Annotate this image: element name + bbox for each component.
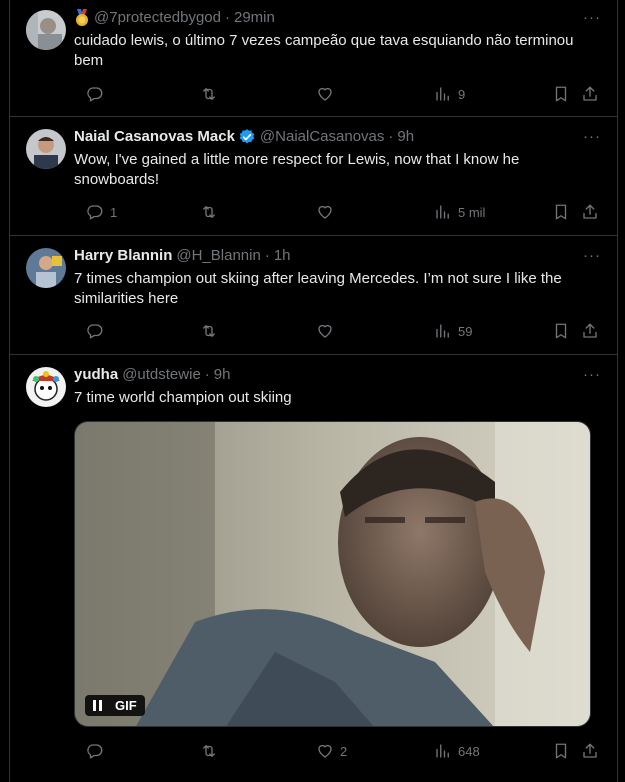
reply-button[interactable] [86, 321, 110, 341]
avatar[interactable] [26, 129, 66, 169]
share-icon [583, 86, 597, 101]
share-button[interactable] [581, 202, 599, 222]
bookmark-icon [555, 86, 567, 102]
like-button[interactable] [316, 84, 340, 104]
bookmark-button[interactable] [552, 741, 570, 761]
views-button[interactable]: 648 [434, 741, 480, 761]
more-options-button[interactable]: ··· [583, 8, 601, 28]
reply-button[interactable] [86, 741, 110, 761]
more-options-button[interactable]: ··· [583, 365, 601, 385]
separator: · [264, 247, 270, 264]
view-count: 648 [458, 743, 480, 759]
views-button[interactable]: 9 [434, 84, 465, 104]
author-handle[interactable]: @NaialCasanovas [260, 127, 384, 147]
retweet-button[interactable] [200, 321, 224, 341]
tweet-text: cuidado lewis, o último 7 vezes campeão … [74, 32, 574, 69]
author-handle[interactable]: @H_Blannin [176, 246, 260, 266]
bookmark-button[interactable] [552, 202, 570, 222]
gif-label: GIF [115, 698, 137, 713]
analytics-icon [436, 205, 449, 219]
author-name[interactable]: Harry Blannin [74, 246, 172, 266]
reply-icon [87, 205, 103, 220]
share-button[interactable] [581, 321, 599, 341]
timestamp[interactable]: 1h [274, 246, 291, 266]
tweet[interactable]: Naial Casanovas Mack @NaialCasanovas · 9… [10, 117, 617, 236]
tweet[interactable]: yudha @utdstewie · 9h ··· 7 time world c… [10, 355, 617, 782]
view-count: 5 mil [458, 204, 486, 220]
reply-button[interactable] [86, 84, 110, 104]
like-button[interactable] [316, 202, 340, 222]
tweet-text: 7 time world champion out skiing [74, 389, 292, 406]
views-button[interactable]: 5 mil [434, 202, 485, 222]
share-button[interactable] [581, 84, 599, 104]
analytics-icon [436, 324, 449, 338]
more-options-button[interactable]: ··· [583, 127, 601, 147]
analytics-icon [436, 744, 449, 758]
more-options-button[interactable]: ··· [583, 246, 601, 266]
share-button[interactable] [581, 741, 599, 761]
reply-icon [87, 87, 103, 102]
retweet-icon [203, 325, 215, 337]
view-count: 59 [458, 323, 473, 339]
author-name[interactable]: yudha [74, 365, 118, 385]
gif-frame [75, 422, 590, 726]
avatar[interactable] [26, 10, 66, 50]
tweet[interactable]: Harry Blannin @H_Blannin · 1h ··· 7 time… [10, 236, 617, 355]
author-handle[interactable]: @7protectedbygod [94, 8, 221, 28]
like-button[interactable]: 2 [316, 741, 347, 761]
retweet-icon [203, 745, 215, 757]
view-count: 9 [458, 86, 466, 102]
heart-icon [318, 744, 332, 758]
verified-badge-icon [235, 128, 256, 146]
avatar[interactable] [26, 248, 66, 288]
heart-icon [318, 205, 332, 219]
retweet-button[interactable] [200, 202, 224, 222]
bookmark-button[interactable] [552, 84, 570, 104]
timestamp[interactable]: 9h [214, 365, 231, 385]
separator: · [224, 9, 230, 26]
bookmark-icon [555, 323, 567, 339]
bookmark-icon [555, 743, 567, 759]
author-name[interactable]: Naial Casanovas Mack [74, 127, 235, 147]
heart-icon [318, 324, 332, 338]
separator: · [388, 128, 394, 145]
analytics-icon [436, 87, 449, 101]
tweet-text: 7 times champion out skiing after leavin… [74, 270, 562, 307]
tweet-text: Wow, I've gained a little more respect f… [74, 151, 520, 188]
avatar[interactable] [26, 367, 66, 407]
timestamp[interactable]: 29min [234, 8, 275, 28]
bookmark-button[interactable] [552, 321, 570, 341]
medal-icon [74, 9, 90, 27]
pause-icon[interactable] [93, 700, 105, 711]
share-icon [583, 323, 597, 338]
author-handle[interactable]: @utdstewie [122, 365, 201, 385]
like-button[interactable] [316, 321, 340, 341]
timeline-feed: @7protectedbygod · 29min ··· cuidado lew… [9, 0, 618, 782]
share-icon [583, 743, 597, 758]
gif-media[interactable]: GIF [74, 421, 591, 727]
gif-badge[interactable]: GIF [85, 695, 145, 716]
reply-button[interactable]: 1 [86, 202, 117, 222]
separator: · [204, 366, 210, 383]
views-button[interactable]: 59 [434, 321, 472, 341]
retweet-button[interactable] [200, 741, 224, 761]
heart-icon [318, 87, 332, 101]
reply-icon [87, 744, 103, 759]
retweet-button[interactable] [200, 84, 224, 104]
retweet-icon [203, 88, 215, 100]
like-count: 2 [340, 743, 348, 759]
retweet-icon [203, 206, 215, 218]
tweet[interactable]: @7protectedbygod · 29min ··· cuidado lew… [10, 0, 617, 117]
share-icon [583, 204, 597, 219]
reply-count: 1 [110, 204, 118, 220]
reply-icon [87, 324, 103, 339]
timestamp[interactable]: 9h [397, 127, 414, 147]
bookmark-icon [555, 204, 567, 220]
